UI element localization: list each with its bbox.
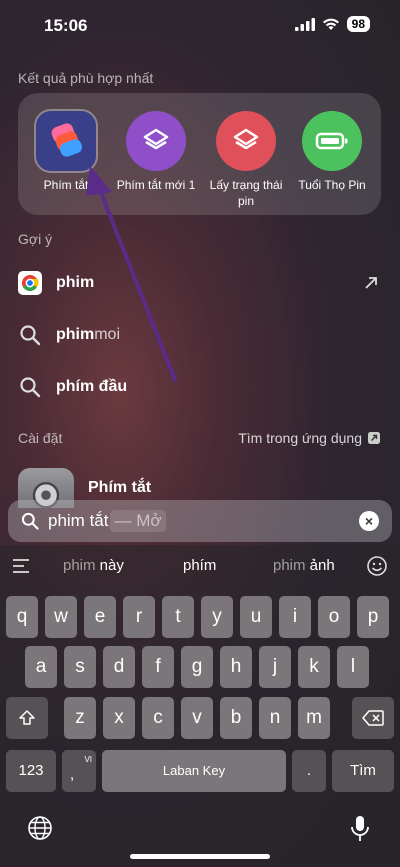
prediction-rest: phím xyxy=(183,557,217,574)
top-hits-card: Phím tắt Phím tắt mới 1 Lấy trạng thái p… xyxy=(18,93,381,215)
comma-glyph: , xyxy=(70,766,75,783)
period-key[interactable]: . xyxy=(292,750,326,792)
prediction-rest: này xyxy=(95,557,124,574)
prediction-typed: phim xyxy=(63,557,96,574)
top-hits-label: Kết quả phù hợp nhất xyxy=(18,70,154,86)
cellular-signal-icon xyxy=(294,17,315,31)
search-return-key[interactable]: Tìm xyxy=(332,750,394,792)
suggestion-row[interactable]: phimmoi xyxy=(18,315,382,355)
key-i[interactable]: i xyxy=(279,596,311,638)
suggestion-bold: phim xyxy=(56,274,95,291)
settings-item-label: Phím tắt xyxy=(88,479,152,496)
key-j[interactable]: j xyxy=(259,646,291,688)
key-t[interactable]: t xyxy=(162,596,194,638)
wifi-icon xyxy=(322,18,339,30)
suggestion-row[interactable]: phim xyxy=(18,263,382,303)
key-y[interactable]: y xyxy=(201,596,233,638)
prediction-rest: ảnh xyxy=(305,557,335,574)
suggestion-rest: moi xyxy=(94,326,120,343)
key-q[interactable]: q xyxy=(6,596,38,638)
suggestions-label: Gợi ý xyxy=(18,231,53,247)
home-indicator[interactable] xyxy=(130,854,270,859)
status-icons: 98 xyxy=(294,16,370,32)
prediction-3[interactable]: phim ảnh xyxy=(273,557,335,574)
prediction-2[interactable]: phím xyxy=(183,557,216,574)
app-name: Lấy trạng thái pin xyxy=(209,178,283,208)
app-name: Tuổi Thọ Pin xyxy=(298,178,366,192)
suggestion-row[interactable]: phím đầu xyxy=(18,367,382,407)
open-in-app-icon xyxy=(368,432,380,444)
vi-label: VI xyxy=(84,755,92,764)
backspace-icon xyxy=(362,710,384,726)
search-in-app-label: Tìm trong ứng dụng xyxy=(238,430,362,446)
prediction-typed: phim xyxy=(273,557,306,574)
text-format-icon[interactable] xyxy=(13,559,29,573)
clear-search-button[interactable]: × xyxy=(359,511,379,531)
keyboard: phim này phím phim ảnh q w e r t y u i o… xyxy=(0,545,400,867)
microphone-icon[interactable] xyxy=(350,815,370,843)
app-battery-life[interactable]: Tuổi Thọ Pin xyxy=(288,111,376,193)
emoji-icon[interactable] xyxy=(366,555,388,577)
search-query[interactable]: phim tắt xyxy=(48,511,108,531)
language-key[interactable]: VI , xyxy=(62,750,96,792)
suggestion-bold: phím đầu xyxy=(56,378,128,395)
arrow-up-right-icon[interactable] xyxy=(364,276,378,290)
chrome-icon xyxy=(18,271,42,295)
shift-icon xyxy=(19,710,35,725)
key-z[interactable]: z xyxy=(64,697,96,739)
key-n[interactable]: n xyxy=(259,697,291,739)
backspace-key[interactable] xyxy=(352,697,394,739)
key-v[interactable]: v xyxy=(181,697,213,739)
search-completion-hint: — Mở xyxy=(110,510,166,532)
app-battery-status[interactable]: Lấy trạng thái pin xyxy=(202,111,290,209)
key-a[interactable]: a xyxy=(25,646,57,688)
search-icon xyxy=(21,512,39,530)
globe-icon[interactable] xyxy=(27,815,53,841)
suggestion-bold: phim xyxy=(56,326,95,343)
shift-key[interactable] xyxy=(6,697,48,739)
key-o[interactable]: o xyxy=(318,596,350,638)
status-time: 15:06 xyxy=(44,16,88,35)
key-l[interactable]: l xyxy=(337,646,369,688)
battery-indicator: 98 xyxy=(346,16,370,32)
key-b[interactable]: b xyxy=(220,697,252,739)
key-r[interactable]: r xyxy=(123,596,155,638)
layers-icon xyxy=(216,111,276,171)
key-u[interactable]: u xyxy=(240,596,272,638)
key-x[interactable]: x xyxy=(103,697,135,739)
key-g[interactable]: g xyxy=(181,646,213,688)
settings-label: Cài đặt xyxy=(18,430,63,446)
space-key[interactable]: Laban Key xyxy=(102,750,286,792)
battery-icon xyxy=(302,111,362,171)
key-s[interactable]: s xyxy=(64,646,96,688)
search-icon xyxy=(20,377,41,398)
key-e[interactable]: e xyxy=(84,596,116,638)
search-bar[interactable]: phim tắt — Mở × xyxy=(8,500,392,542)
search-icon xyxy=(20,325,41,346)
key-k[interactable]: k xyxy=(298,646,330,688)
key-c[interactable]: c xyxy=(142,697,174,739)
prediction-1[interactable]: phim này xyxy=(63,557,124,574)
key-h[interactable]: h xyxy=(220,646,252,688)
key-f[interactable]: f xyxy=(142,646,174,688)
key-m[interactable]: m xyxy=(298,697,330,739)
key-w[interactable]: w xyxy=(45,596,77,638)
key-d[interactable]: d xyxy=(103,646,135,688)
numbers-key[interactable]: 123 xyxy=(6,750,56,792)
search-in-app-link[interactable]: Tìm trong ứng dụng xyxy=(238,430,380,446)
key-p[interactable]: p xyxy=(357,596,389,638)
